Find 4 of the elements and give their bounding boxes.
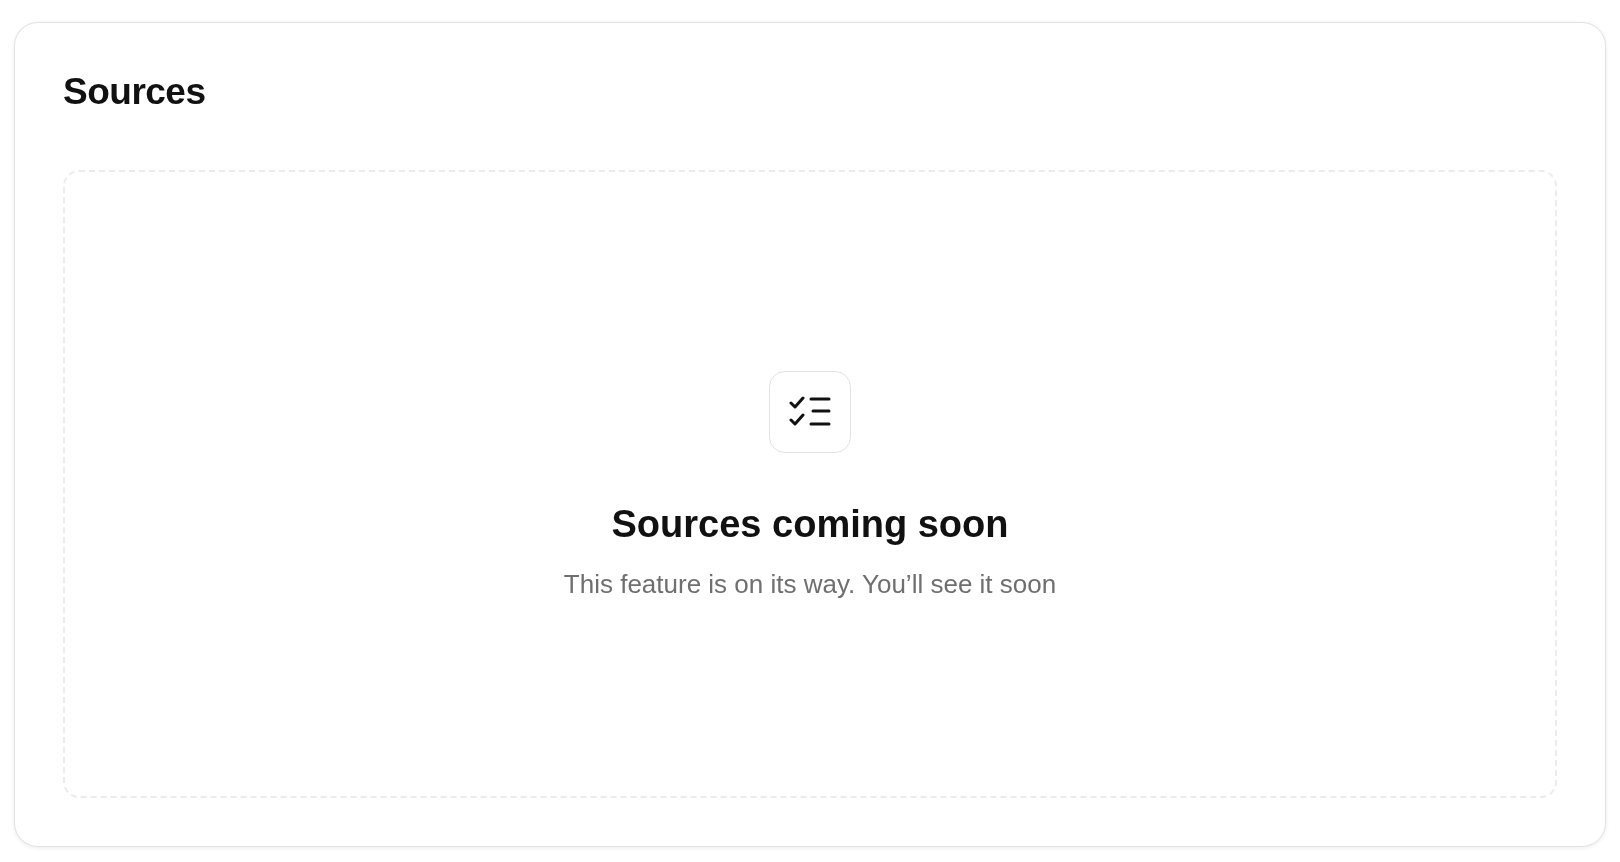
empty-state-heading: Sources coming soon xyxy=(611,505,1009,543)
card-title: Sources xyxy=(63,73,206,110)
empty-state-message: This feature is on its way. You’ll see it soon xyxy=(563,571,1057,597)
checklist-icon xyxy=(769,371,851,453)
